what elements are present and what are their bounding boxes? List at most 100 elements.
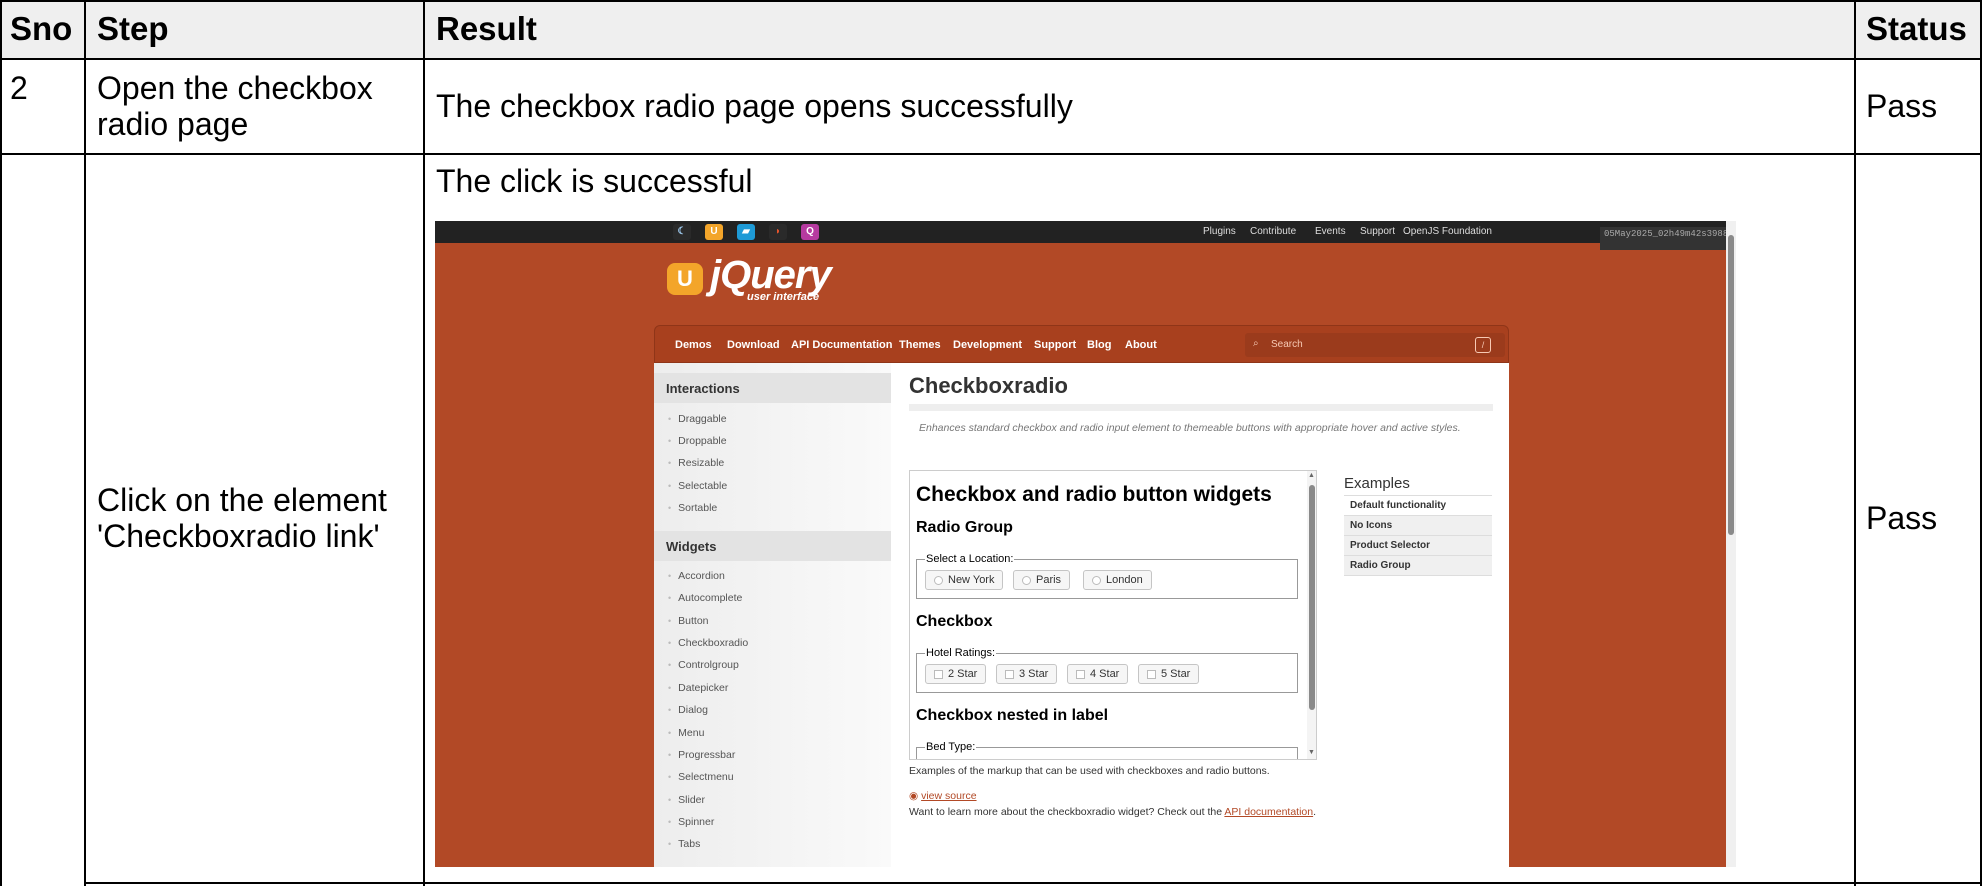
- example-default-functionality[interactable]: Default functionality: [1344, 496, 1492, 516]
- sidebar-item-autocomplete[interactable]: Autocomplete: [668, 592, 742, 604]
- sidebar-item-spinner[interactable]: Spinner: [668, 816, 714, 828]
- row-result: The click is successful: [436, 163, 753, 199]
- radio-label: London: [1106, 574, 1143, 586]
- search-shortcut-icon: /: [1475, 337, 1491, 353]
- top-link-contribute[interactable]: Contribute: [1250, 226, 1296, 237]
- sidebar-item-slider[interactable]: Slider: [668, 794, 705, 806]
- grid-line: [0, 0, 2, 886]
- sidebar-item-accordion[interactable]: Accordion: [668, 570, 725, 582]
- checkbox-icon: [1147, 670, 1156, 679]
- sidebar-item-droppable[interactable]: Droppable: [668, 435, 726, 447]
- sidebar-item-controlgroup[interactable]: Controlgroup: [668, 659, 739, 671]
- header-status: Status: [1866, 10, 1967, 47]
- scroll-up-icon[interactable]: ▲: [1308, 472, 1315, 479]
- title-divider: [909, 404, 1493, 411]
- plugins-project-icon[interactable]: Q: [801, 224, 819, 240]
- top-link-events[interactable]: Events: [1315, 226, 1346, 237]
- sidebar-item-sortable[interactable]: Sortable: [668, 502, 717, 514]
- radio-icon: [1022, 576, 1031, 585]
- row-step: Click on the element 'Checkboxradio link…: [97, 482, 387, 554]
- sidebar-item-resizable[interactable]: Resizable: [668, 457, 724, 469]
- bed-legend: Bed Type:: [925, 741, 977, 753]
- nav-download[interactable]: Download: [727, 339, 780, 351]
- jquery-ui-project-icon[interactable]: U: [705, 224, 723, 240]
- row-status: Pass: [1866, 500, 1938, 536]
- radio-paris[interactable]: Paris: [1013, 570, 1071, 590]
- embedded-screenshot: ☾ U ▰ ◗ Q Plugins Contribute Events Supp…: [435, 221, 1736, 867]
- checkbox-icon: [1076, 670, 1085, 679]
- sidebar-item-selectmenu[interactable]: Selectmenu: [668, 771, 733, 783]
- nav-blog[interactable]: Blog: [1087, 339, 1111, 351]
- sidebar: Interactions Draggable Droppable Resizab…: [654, 363, 891, 867]
- checkbox-5-star[interactable]: 5 Star: [1138, 664, 1200, 684]
- checkbox-label: 5 Star: [1161, 668, 1191, 680]
- radio-new-york[interactable]: New York: [925, 570, 1004, 590]
- top-link-support[interactable]: Support: [1360, 226, 1395, 237]
- radio-group-heading: Radio Group: [916, 519, 1013, 536]
- page-scrollbar-thumb[interactable]: [1728, 235, 1734, 535]
- learn-more-prefix: Want to learn more about the checkboxrad…: [909, 806, 1225, 818]
- nav-development[interactable]: Development: [953, 339, 1022, 351]
- page-content: Interactions Draggable Droppable Resizab…: [654, 363, 1509, 867]
- checkbox-label: 2 Star: [948, 668, 978, 680]
- api-documentation-link[interactable]: API documentation: [1224, 806, 1313, 818]
- grid-line: [0, 58, 1982, 60]
- nav-api-documentation[interactable]: API Documentation: [791, 339, 892, 351]
- checkbox-4-star[interactable]: 4 Star: [1067, 664, 1129, 684]
- bed-fieldset: Bed Type:: [916, 741, 1298, 759]
- nav-support[interactable]: Support: [1034, 339, 1076, 351]
- example-product-selector[interactable]: Product Selector: [1344, 536, 1492, 556]
- examples-heading: Examples: [1344, 475, 1410, 492]
- example-radio-group[interactable]: Radio Group: [1344, 556, 1492, 576]
- checkbox-icon: [934, 670, 943, 679]
- radio-label: Paris: [1036, 574, 1062, 586]
- sidebar-item-datepicker[interactable]: Datepicker: [668, 682, 728, 694]
- sidebar-item-draggable[interactable]: Draggable: [668, 413, 726, 425]
- top-link-plugins[interactable]: Plugins: [1203, 226, 1236, 237]
- checkbox-3-star[interactable]: 3 Star: [996, 664, 1058, 684]
- sidebar-item-button[interactable]: Button: [668, 615, 708, 627]
- sidebar-item-tabs[interactable]: Tabs: [668, 838, 700, 850]
- sidebar-heading-interactions: Interactions: [654, 373, 891, 403]
- radio-icon: [1092, 576, 1101, 585]
- nav-about[interactable]: About: [1125, 339, 1157, 351]
- header-result: Result: [436, 10, 537, 47]
- top-link-openjs[interactable]: OpenJS Foundation: [1403, 226, 1492, 237]
- radio-london[interactable]: London: [1083, 570, 1152, 590]
- demo-scrollbar-thumb[interactable]: [1309, 485, 1315, 710]
- search-icon: ⌕: [1253, 338, 1259, 349]
- learn-more-suffix: .: [1313, 806, 1317, 818]
- sidebar-item-checkboxradio[interactable]: Checkboxradio: [668, 637, 748, 649]
- row-status: Pass: [1866, 88, 1938, 124]
- sidebar-item-dialog[interactable]: Dialog: [668, 704, 708, 716]
- nav-themes[interactable]: Themes: [899, 339, 941, 351]
- scroll-down-icon[interactable]: ▼: [1308, 749, 1315, 756]
- sidebar-item-selectable[interactable]: Selectable: [668, 480, 727, 492]
- location-legend: Select a Location:: [925, 553, 1015, 565]
- header-step: Step: [97, 10, 169, 47]
- grid-line: [85, 882, 1982, 884]
- sidebar-item-progressbar[interactable]: Progressbar: [668, 749, 735, 761]
- search-placeholder: Search: [1271, 339, 1303, 350]
- nav-demos[interactable]: Demos: [675, 339, 712, 351]
- checkbox-2-star[interactable]: 2 Star: [925, 664, 987, 684]
- grid-line: [85, 153, 1982, 155]
- jquery-mobile-project-icon[interactable]: ▰: [737, 224, 755, 240]
- page-title: Checkboxradio: [909, 373, 1068, 398]
- page-description: Enhances standard checkbox and radio inp…: [919, 422, 1461, 434]
- jquery-project-icon[interactable]: ☾: [673, 224, 691, 240]
- sidebar-item-menu[interactable]: Menu: [668, 727, 704, 739]
- grid-line: [0, 0, 1982, 2]
- eye-icon: ◉: [909, 790, 919, 802]
- nested-heading: Checkbox nested in label: [916, 707, 1109, 724]
- search-input[interactable]: ⌕ Search /: [1245, 333, 1505, 357]
- hotel-legend: Hotel Ratings:: [925, 647, 997, 659]
- row-result: The checkbox radio page opens successful…: [436, 88, 1073, 124]
- demo-frame[interactable]: Checkbox and radio button widgets Radio …: [909, 470, 1317, 760]
- checkbox-icon: [1005, 670, 1014, 679]
- example-no-icons[interactable]: No Icons: [1344, 516, 1492, 536]
- qunit-project-icon[interactable]: ◗: [769, 224, 787, 240]
- view-source-link[interactable]: view source: [921, 790, 976, 802]
- jquery-ui-logo-icon[interactable]: U: [667, 263, 703, 295]
- demo-heading: Checkbox and radio button widgets: [916, 483, 1272, 506]
